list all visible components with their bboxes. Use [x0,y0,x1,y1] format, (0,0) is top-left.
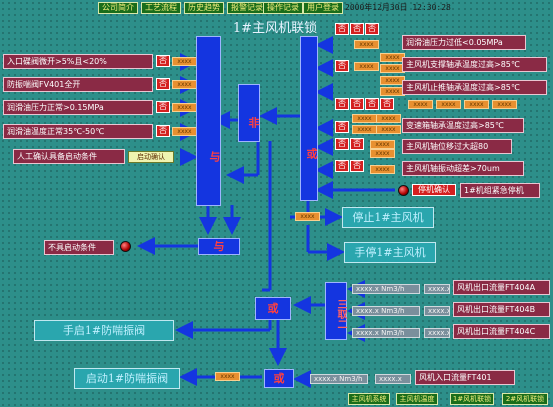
value-readout: xxxx [295,212,320,221]
or-block-2: 或 [255,297,291,320]
outlet-flow-c: 风机出口流量FT404C [453,324,550,339]
cond-oil-temp: 润滑油温度正常35℃-50℃ [3,124,153,139]
cond-axial-displacement: 主风机轴位移过大超80 [402,139,512,154]
value-readout: xxxx [215,372,240,381]
nav-fan-system[interactable]: 主风机系统 [348,393,390,405]
status-badge: 否 [350,23,364,35]
value-readout: xxxx [436,100,461,109]
cond-gearbox-bearing-temp: 变速箱轴承温度过高>85℃ [402,118,524,133]
stop-fan-action[interactable]: 停止1#主风机 [342,207,434,228]
outlet-flow-b: 风机出口流量FT404B [453,302,550,317]
or-block: 或 [300,36,318,201]
start-valve-action[interactable]: 启动1#防喘振阀 [74,368,180,389]
flow-value: xxxx.x Nm3/h [352,328,420,338]
nav-fan1-interlock[interactable]: 1#风机联锁 [450,393,494,405]
nav-fan2-interlock[interactable]: 2#风机联锁 [502,393,548,405]
cond-oil-pressure-low: 润滑油压力过低<0.05MPa [402,35,526,50]
flow-value: xxxx.x Nm3/h [352,306,420,316]
not-ready-label: 不具启动条件 [44,240,114,255]
status-badge: 否 [335,60,349,72]
value-readout: xxxx [352,114,377,123]
cond-manual-confirm: 人工确认具备启动条件 [13,149,125,164]
cond-oil-pressure: 润滑油压力正常>0.15MPa [3,100,153,115]
value-readout: xxxx [370,149,395,158]
status-badge: 否 [335,160,349,172]
inlet-flow-value: xxxx.x [375,374,411,384]
value-readout: xxxx [370,140,395,149]
flow-value: xxxx.x Nm3/h [424,306,450,316]
manual-start-valve-action[interactable]: 手启1#防喘振阀 [34,320,174,341]
or-block-3: 或 [264,369,294,388]
status-badge: 否 [365,98,379,110]
status-badge: 否 [350,98,364,110]
value-readout: xxxx [370,165,395,174]
status-badge: 否 [335,121,349,133]
stop-confirm-button[interactable]: 停机确认 [412,184,456,196]
manual-stop-fan-action[interactable]: 手停1#主风机 [344,242,436,263]
value-readout: xxxx [172,80,197,89]
cond-support-bearing-temp: 主风机支撑轴承温度过高>85℃ [402,57,547,72]
status-badge: 否 [380,98,394,110]
value-readout: xxxx [376,125,401,134]
flow-value: xxxx.x Nm3/h [424,328,450,338]
alarm-lamp [398,185,409,196]
status-badge: 否 [156,125,170,137]
status-badge: 否 [350,160,364,172]
value-readout: xxxx [172,103,197,112]
value-readout: xxxx [376,114,401,123]
not-ready-lamp [120,241,131,252]
and-block: 与 [196,36,221,206]
not-block: 非 [238,84,260,142]
start-confirm-button[interactable]: 启动确认 [128,151,174,163]
status-badge: 否 [335,138,349,150]
status-badge: 否 [365,23,379,35]
status-badge: 否 [335,23,349,35]
value-readout: xxxx [172,57,197,66]
cond-shaft-vibration: 主风机轴振动超差>70um [402,161,524,176]
status-badge: 否 [156,55,170,67]
inlet-flow: 风机入口流量FT401 [415,370,515,385]
status-badge: 否 [156,101,170,113]
flow-value: xxxx.x Nm3/h [352,284,420,294]
status-badge: 否 [335,98,349,110]
two-of-three-block: 三取二 [325,282,347,340]
value-readout: xxxx [408,100,433,109]
inlet-flow-value: xxxx.x Nm3/h [310,374,368,384]
status-badge: 否 [156,78,170,90]
value-readout: xxxx [352,125,377,134]
cond-thrust-bearing-temp: 主风机止推轴承温度过高>85℃ [402,80,547,95]
status-badge: 否 [350,138,364,150]
nav-fan-temp[interactable]: 主风机温度 [396,393,438,405]
outlet-flow-a: 风机出口流量FT404A [453,280,550,295]
cond-antisurge-valve: 防振喘阀FV401全开 [3,77,153,92]
value-readout: xxxx [354,40,379,49]
flow-value: xxxx.x Nm3/h [424,284,450,294]
cond-emergency-stop: 1#机组紧急停机 [460,183,540,198]
value-readout: xxxx [354,62,379,71]
value-readout: xxxx [492,100,517,109]
cond-inlet-valve: 入口碟阀微开>5%且<20% [3,54,153,69]
and-block-2: 与 [198,238,240,255]
value-readout: xxxx [172,127,197,136]
value-readout: xxxx [464,100,489,109]
